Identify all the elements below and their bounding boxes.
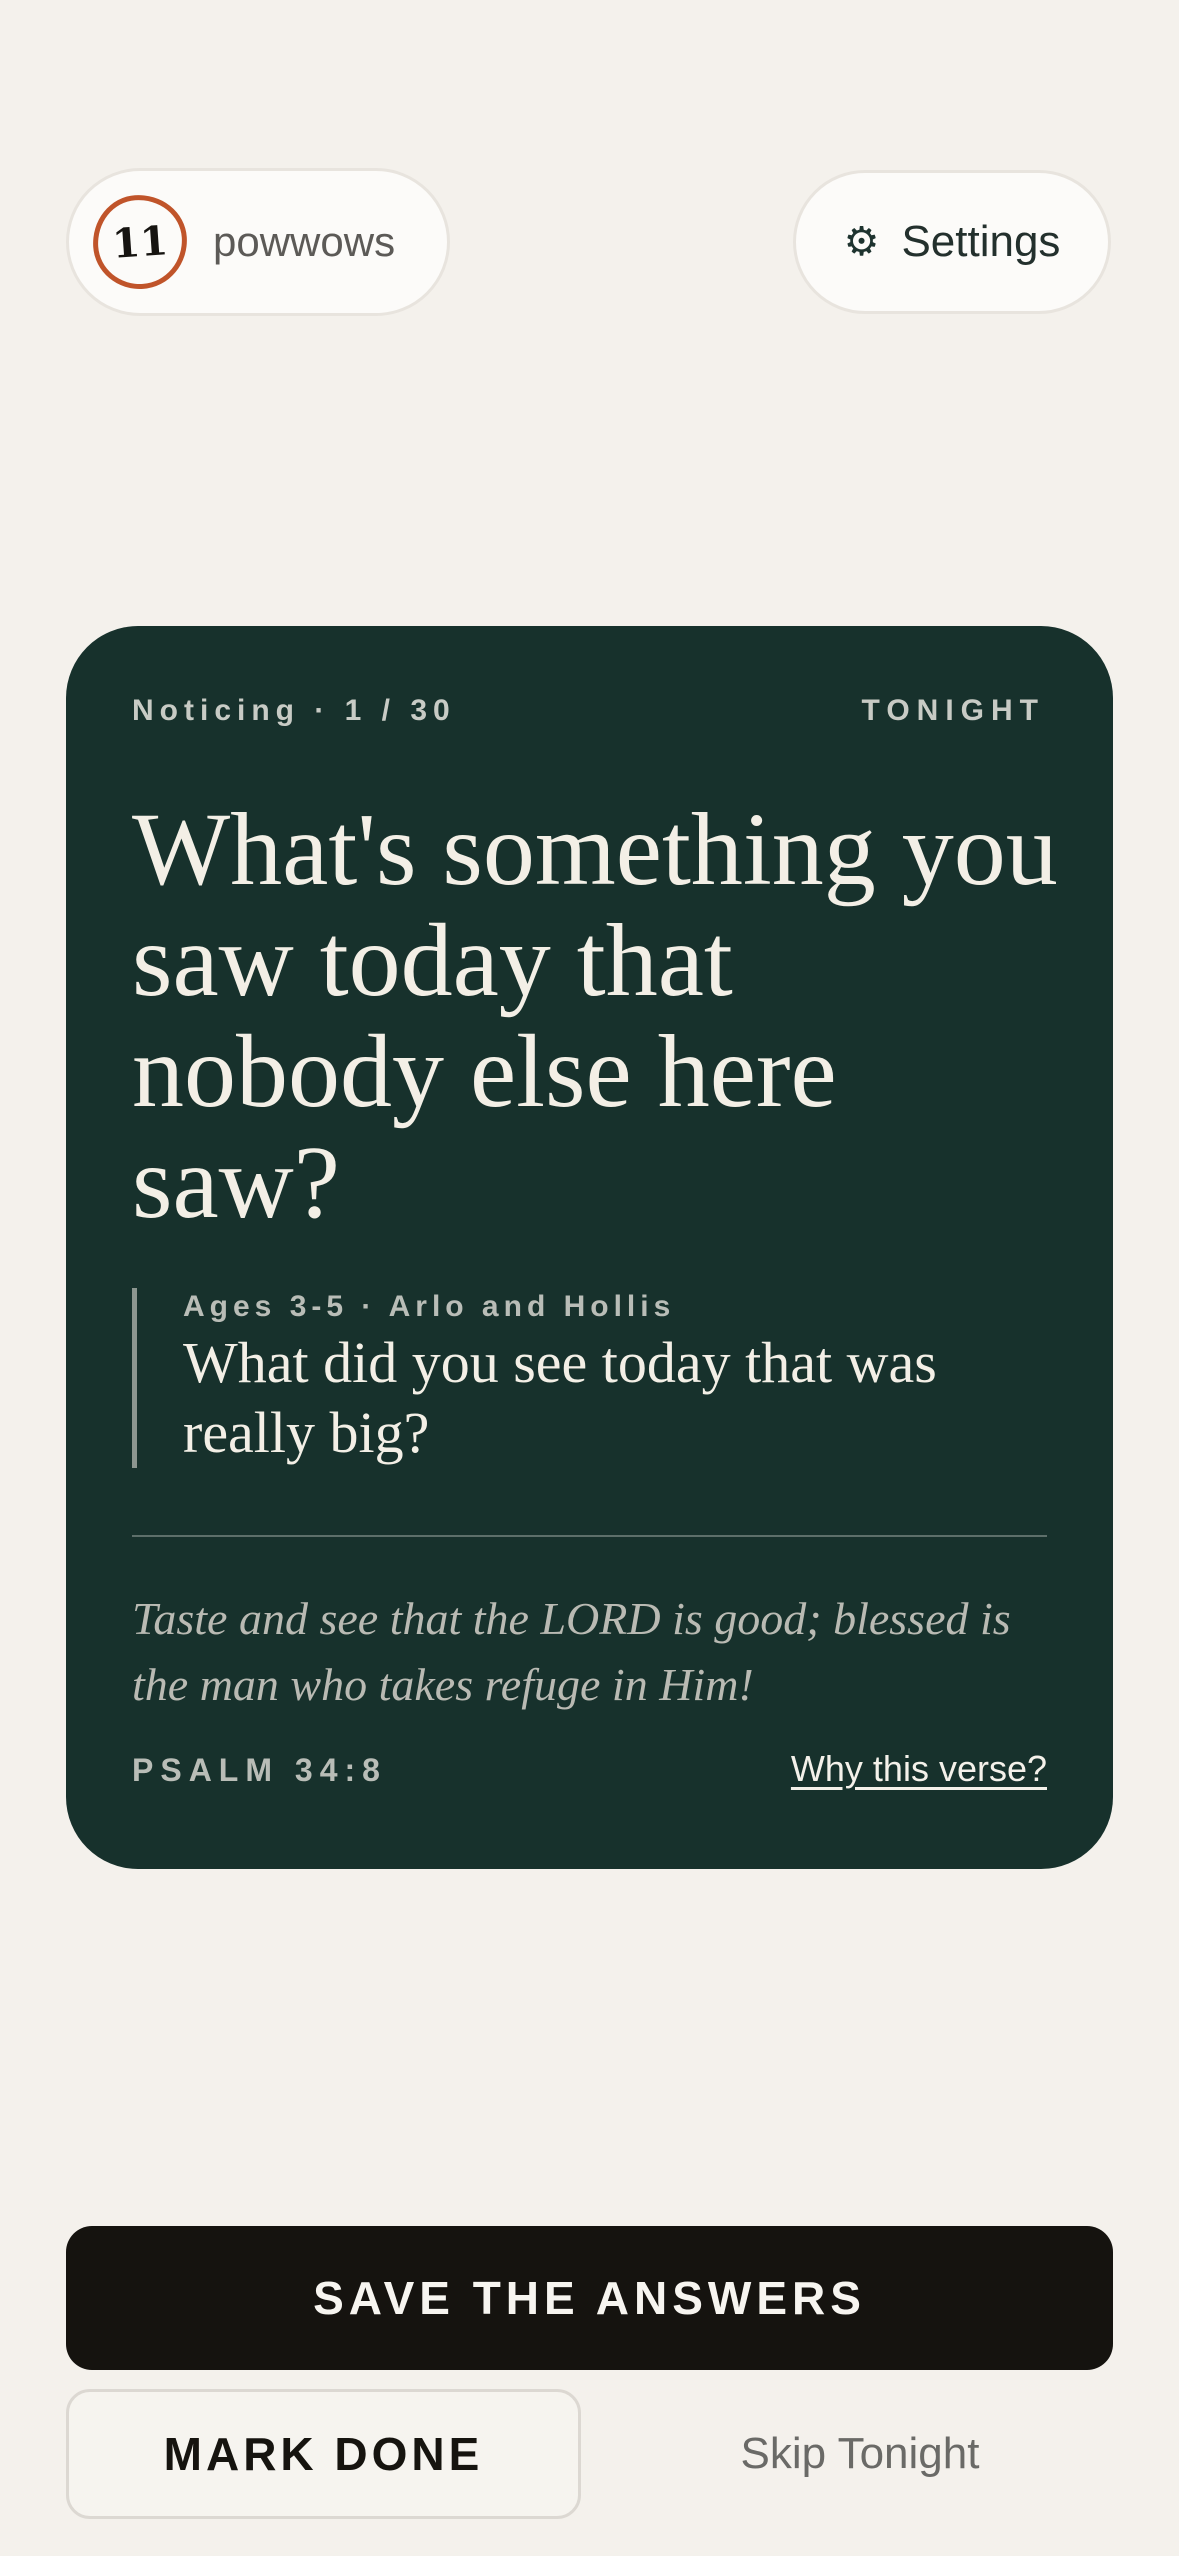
- kids-question: What did you see today that was really b…: [183, 1330, 937, 1465]
- streak-count-badge: 11: [89, 191, 191, 293]
- why-this-verse-link[interactable]: Why this verse?: [791, 1748, 1047, 1790]
- prompt-card: Noticing · 1 / 30 TONIGHT What's somethi…: [66, 626, 1113, 1869]
- verse-reference: PSALM 34:8: [132, 1752, 387, 1788]
- settings-button[interactable]: ⚙ Settings: [793, 170, 1111, 314]
- streak-label: powwows: [213, 218, 396, 265]
- mark-done-button[interactable]: MARK DONE: [66, 2389, 581, 2519]
- streak-counter[interactable]: 11 powwows: [66, 168, 450, 316]
- skip-tonight-button[interactable]: Skip Tonight: [680, 2389, 1040, 2519]
- prompt-question: What's something you saw today that nobo…: [132, 792, 1058, 1240]
- gear-icon: ⚙: [843, 220, 880, 264]
- tonight-tag: TONIGHT: [861, 694, 1045, 727]
- verse-text: Taste and see that the LORD is good; ble…: [132, 1593, 1011, 1710]
- prompt-category-progress: Noticing · 1 / 30: [132, 694, 456, 727]
- settings-label: Settings: [901, 217, 1061, 266]
- card-divider: [132, 1535, 1047, 1537]
- kids-age-names: Ages 3-5 · Arlo and Hollis: [183, 1290, 676, 1323]
- kids-prompt: Ages 3-5 · Arlo and Hollis What did you …: [132, 1288, 1083, 1468]
- save-answers-button[interactable]: SAVE THE ANSWERS: [66, 2226, 1113, 2370]
